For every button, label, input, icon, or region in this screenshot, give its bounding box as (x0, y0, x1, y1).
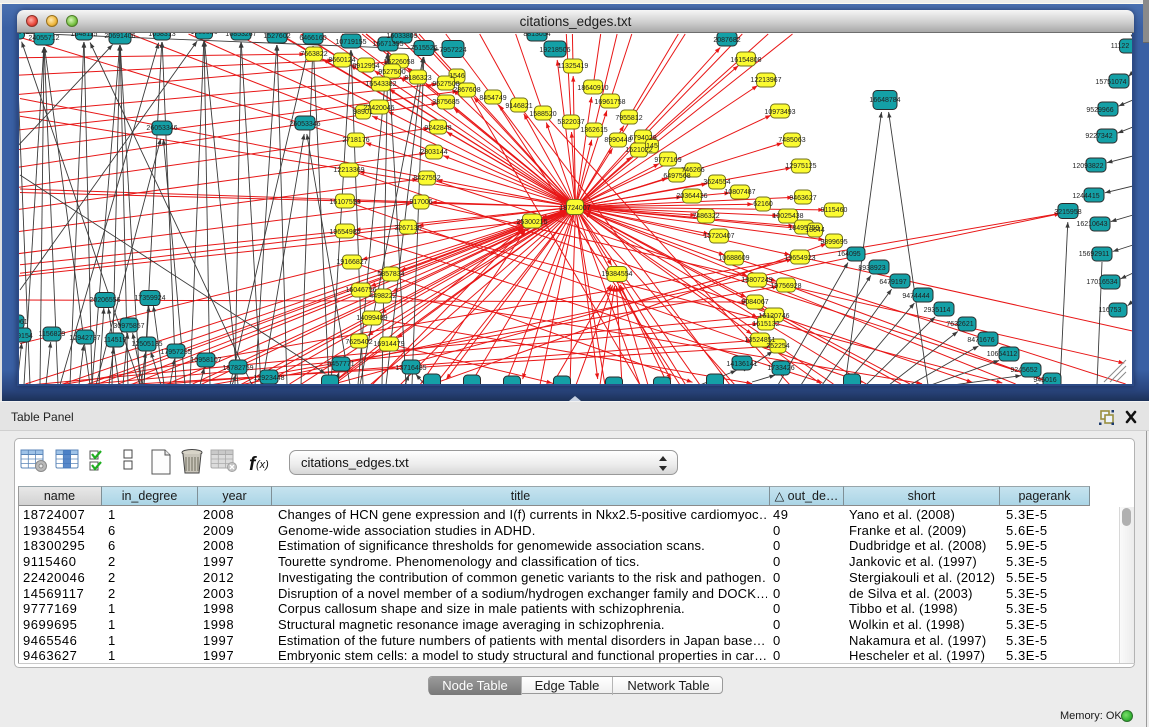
svg-text:9227342: 9227342 (1085, 133, 1112, 140)
svg-text:8938923: 8938923 (858, 265, 885, 272)
svg-text:12975125: 12975125 (785, 163, 816, 170)
svg-text:1733426: 1733426 (767, 365, 794, 372)
svg-text:116753: 116753 (1099, 307, 1122, 314)
svg-text:15692911: 15692911 (1079, 251, 1110, 258)
svg-text:1615132: 1615132 (752, 321, 779, 328)
svg-text:10973493: 10973493 (764, 109, 795, 116)
svg-text:12213967: 12213967 (750, 77, 781, 84)
svg-text:16154808: 16154808 (730, 57, 761, 64)
svg-text:62160: 62160 (753, 201, 773, 208)
svg-text:15751074: 15751074 (1095, 79, 1126, 86)
svg-text:18644: 18644 (805, 227, 825, 234)
svg-text:9899695: 9899695 (820, 239, 847, 246)
svg-text:(x): (x) (256, 459, 269, 471)
svg-text:7485063: 7485063 (778, 137, 805, 144)
svg-text:16120746: 16120746 (758, 313, 789, 320)
svg-text:8471676: 8471676 (967, 337, 994, 344)
svg-text:9463627: 9463627 (789, 195, 816, 202)
svg-text:15720407: 15720407 (703, 233, 734, 240)
svg-text:17016534: 17016534 (1086, 279, 1117, 286)
svg-text:12093822: 12093822 (1072, 163, 1103, 170)
svg-text:14136141: 14136141 (726, 361, 757, 368)
svg-text:3624554: 3624554 (703, 179, 730, 186)
svg-text:945016: 945016 (1033, 377, 1056, 384)
svg-text:3215958: 3215958 (1054, 209, 1081, 216)
svg-text:164095: 164095 (837, 251, 860, 258)
svg-text:10025438: 10025438 (772, 213, 803, 220)
svg-text:9474444: 9474444 (902, 293, 929, 300)
svg-text:1244415: 1244415 (1072, 193, 1099, 200)
svg-text:9084067: 9084067 (741, 299, 768, 306)
svg-text:9115460: 9115460 (821, 207, 848, 214)
svg-text:2087682: 2087682 (713, 37, 740, 44)
svg-text:9245652: 9245652 (1010, 367, 1037, 374)
svg-text:11122: 11122 (1111, 43, 1130, 50)
svg-text:252254: 252254 (766, 343, 789, 350)
svg-text:19654923: 19654923 (784, 255, 815, 262)
svg-text:9529966: 9529966 (1086, 107, 1113, 114)
svg-text:10654112: 10654112 (987, 351, 1018, 358)
svg-text:7632621: 7632621 (946, 321, 973, 328)
svg-text:19756928: 19756928 (770, 283, 801, 290)
svg-text:2935114: 2935114 (924, 307, 951, 314)
svg-text:16648784: 16648784 (869, 97, 900, 104)
svg-text:10807487: 10807487 (724, 189, 755, 196)
svg-text:16210643: 16210643 (1076, 221, 1107, 228)
svg-text:6479197: 6479197 (879, 279, 906, 286)
svg-text:18807249: 18807249 (741, 277, 772, 284)
svg-text:10688609: 10688609 (718, 255, 749, 262)
